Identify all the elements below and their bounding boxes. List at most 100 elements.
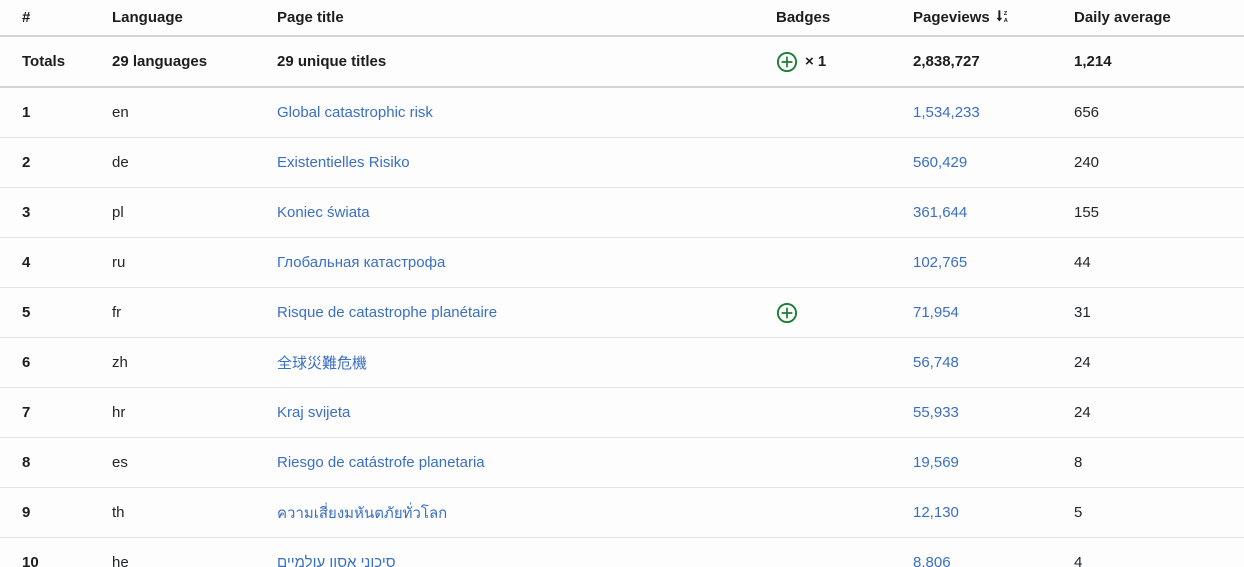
row-page-title-cell: Kraj svijeta bbox=[255, 387, 758, 438]
row-badges-cell bbox=[758, 487, 891, 538]
totals-badge-count: × 1 bbox=[805, 53, 827, 70]
row-page-title-cell: Existentielles Risiko bbox=[255, 137, 758, 188]
table-totals-body: Totals 29 languages 29 unique titles × 1… bbox=[0, 35, 1244, 88]
row-daily-average: 44 bbox=[1056, 237, 1244, 288]
row-pageviews-cell: 1,534,233 bbox=[891, 87, 1056, 138]
totals-pageviews: 2,838,727 bbox=[891, 35, 1056, 88]
row-pageviews-cell: 361,644 bbox=[891, 187, 1056, 238]
column-header-badges[interactable]: Badges bbox=[758, 0, 891, 36]
column-header-rank-label: # bbox=[22, 9, 31, 26]
column-header-page-title[interactable]: Page title bbox=[255, 0, 758, 36]
pageviews-value[interactable]: 56,748 bbox=[913, 354, 959, 371]
row-daily-average: 8 bbox=[1056, 437, 1244, 488]
page-title-link[interactable]: Global catastrophic risk bbox=[277, 104, 433, 121]
totals-languages: 29 languages bbox=[90, 35, 255, 88]
page-title-link[interactable]: Riesgo de catástrofe planetaria bbox=[277, 454, 485, 471]
page-title-link[interactable]: Existentielles Risiko bbox=[277, 154, 410, 171]
row-pageviews-cell: 71,954 bbox=[891, 287, 1056, 338]
table-row: 2 de Existentielles Risiko 560,429 240 bbox=[0, 137, 1244, 188]
column-header-daily-average[interactable]: Daily average bbox=[1056, 0, 1244, 36]
table-header: # Language Page title Badges Pageviews Z A… bbox=[0, 0, 1244, 36]
row-language-code: en bbox=[90, 87, 255, 138]
row-language-code: pl bbox=[90, 187, 255, 238]
table-row: 7 hr Kraj svijeta 55,933 24 bbox=[0, 387, 1244, 438]
good-article-plus-badge-icon[interactable] bbox=[776, 302, 798, 324]
column-header-badges-label: Badges bbox=[776, 9, 831, 26]
row-pageviews-cell: 55,933 bbox=[891, 387, 1056, 438]
row-rank: 6 bbox=[0, 337, 90, 388]
row-daily-average: 4 bbox=[1056, 537, 1244, 567]
row-rank: 1 bbox=[0, 87, 90, 138]
table-row: 1 en Global catastrophic risk 1,534,233 656 bbox=[0, 87, 1244, 138]
row-daily-average: 5 bbox=[1056, 487, 1244, 538]
row-page-title-cell: 全球災難危機 bbox=[255, 337, 758, 388]
row-pageviews-cell: 56,748 bbox=[891, 337, 1056, 388]
pageviews-value[interactable]: 1,534,233 bbox=[913, 104, 980, 121]
page-title-link[interactable]: Risque de catastrophe planétaire bbox=[277, 304, 497, 321]
row-rank: 10 bbox=[0, 537, 90, 567]
table-row: 4 ru Глобальная катастрофа 102,765 44 bbox=[0, 237, 1244, 288]
table-row: 9th ความเสี่ยงมหันตภัยทั่วโลก 12,130 5 bbox=[0, 487, 1244, 538]
row-badges-cell bbox=[758, 137, 891, 188]
column-header-language[interactable]: Language bbox=[90, 0, 255, 36]
column-header-language-label: Language bbox=[112, 9, 183, 26]
pageviews-value[interactable]: 8,806 bbox=[913, 554, 951, 567]
row-badges-cell bbox=[758, 537, 891, 567]
pageviews-value[interactable]: 12,130 bbox=[913, 504, 959, 521]
column-header-pageviews[interactable]: Pageviews Z A bbox=[891, 0, 1056, 36]
pageviews-value[interactable]: 361,644 bbox=[913, 204, 967, 221]
row-pageviews-cell: 560,429 bbox=[891, 137, 1056, 188]
totals-daily-average: 1,214 bbox=[1056, 35, 1244, 88]
row-language-code: fr bbox=[90, 287, 255, 338]
column-header-rank[interactable]: # bbox=[0, 0, 90, 36]
row-rank: 8 bbox=[0, 437, 90, 488]
page-title-link[interactable]: Глобальная катастрофа bbox=[277, 254, 445, 271]
row-pageviews-cell: 12,130 bbox=[891, 487, 1056, 538]
totals-unique-titles: 29 unique titles bbox=[255, 35, 758, 88]
column-header-pageviews-label: Pageviews bbox=[913, 9, 990, 26]
table-row: 3 pl Koniec świata 361,644 155 bbox=[0, 187, 1244, 238]
row-pageviews-cell: 8,806 bbox=[891, 537, 1056, 567]
row-page-title-cell: סיכוני אסון עולמיים bbox=[255, 537, 758, 567]
row-rank: 9 bbox=[0, 487, 90, 538]
column-header-page-title-label: Page title bbox=[277, 9, 344, 26]
pageviews-value[interactable]: 55,933 bbox=[913, 404, 959, 421]
sort-amount-down-alt-icon[interactable]: ZA bbox=[996, 9, 1011, 24]
row-daily-average: 24 bbox=[1056, 337, 1244, 388]
page-title-link[interactable]: סיכוני אסון עולמיים bbox=[277, 554, 396, 567]
page-title-link[interactable]: Kraj svijeta bbox=[277, 404, 350, 421]
totals-badges: × 1 bbox=[758, 35, 891, 88]
pageviews-value[interactable]: 560,429 bbox=[913, 154, 967, 171]
pageviews-value[interactable]: 71,954 bbox=[913, 304, 959, 321]
row-badges-cell bbox=[758, 337, 891, 388]
row-badges-cell bbox=[758, 287, 891, 338]
row-language-code: th bbox=[90, 487, 255, 538]
pageviews-value[interactable]: 102,765 bbox=[913, 254, 967, 271]
page-title-link[interactable]: 全球災難危機 bbox=[277, 355, 367, 372]
row-rank: 2 bbox=[0, 137, 90, 188]
row-language-code: de bbox=[90, 137, 255, 188]
svg-text:A: A bbox=[1003, 18, 1007, 24]
row-rank: 7 bbox=[0, 387, 90, 438]
column-header-daily-average-label: Daily average bbox=[1074, 9, 1171, 26]
row-badges-cell bbox=[758, 437, 891, 488]
table-header-row: # Language Page title Badges Pageviews Z A… bbox=[0, 0, 1244, 36]
row-page-title-cell: Koniec świata bbox=[255, 187, 758, 238]
table-row: 10 he סיכוני אסון עולמיים 8,806 4 bbox=[0, 537, 1244, 567]
langviews-results-table: # Language Page title Badges Pageviews Z A… bbox=[0, 0, 1244, 567]
row-daily-average: 155 bbox=[1056, 187, 1244, 238]
row-badges-cell bbox=[758, 187, 891, 238]
row-rank: 5 bbox=[0, 287, 90, 338]
table-row: 5 fr Risque de catastrophe planétaire 71,95… bbox=[0, 287, 1244, 338]
row-badges-cell bbox=[758, 237, 891, 288]
row-badges-cell bbox=[758, 387, 891, 438]
good-article-plus-badge-icon[interactable] bbox=[776, 51, 798, 73]
pageviews-value[interactable]: 19,569 bbox=[913, 454, 959, 471]
row-page-title-cell: Riesgo de catástrofe planetaria bbox=[255, 437, 758, 488]
page-title-link[interactable]: ความเสี่ยงมหันตภัยทั่วโลก bbox=[277, 505, 447, 522]
row-rank: 4 bbox=[0, 237, 90, 288]
totals-label: Totals bbox=[0, 35, 90, 88]
row-page-title-cell: Risque de catastrophe planétaire bbox=[255, 287, 758, 338]
row-rank: 3 bbox=[0, 187, 90, 238]
page-title-link[interactable]: Koniec świata bbox=[277, 204, 370, 221]
